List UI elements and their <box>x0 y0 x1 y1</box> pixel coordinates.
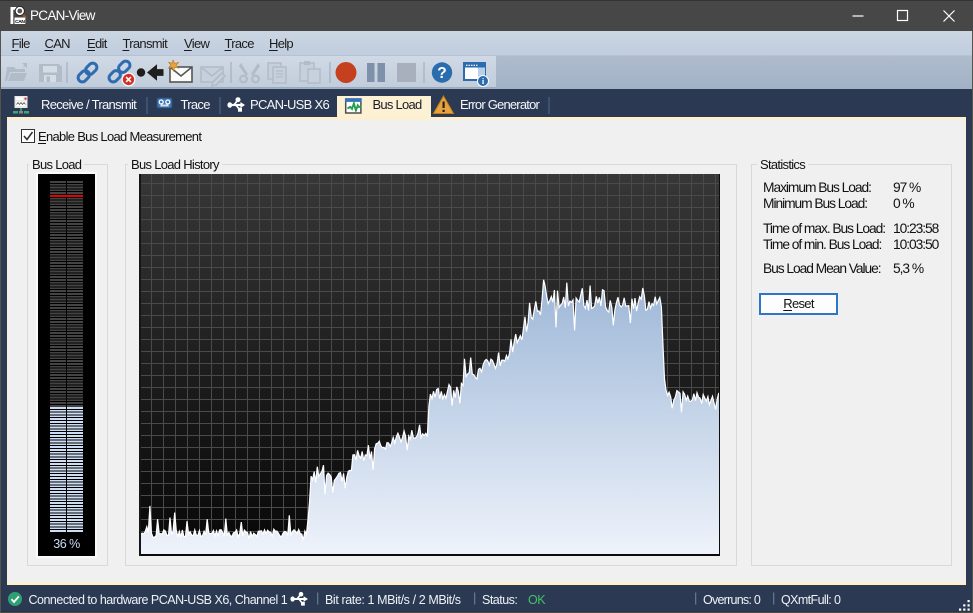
svg-text:CAN: CAN <box>15 19 25 25</box>
svg-text:PCAN-USB X6: PCAN-USB X6 <box>250 97 329 112</box>
svg-text:Trace: Trace <box>181 97 211 112</box>
svg-text:Receive / Transmit: Receive / Transmit <box>41 97 137 112</box>
svg-text:Bus Load: Bus Load <box>373 97 422 112</box>
svg-text:Error Generator: Error Generator <box>460 97 541 112</box>
svg-text:?: ? <box>437 65 446 82</box>
